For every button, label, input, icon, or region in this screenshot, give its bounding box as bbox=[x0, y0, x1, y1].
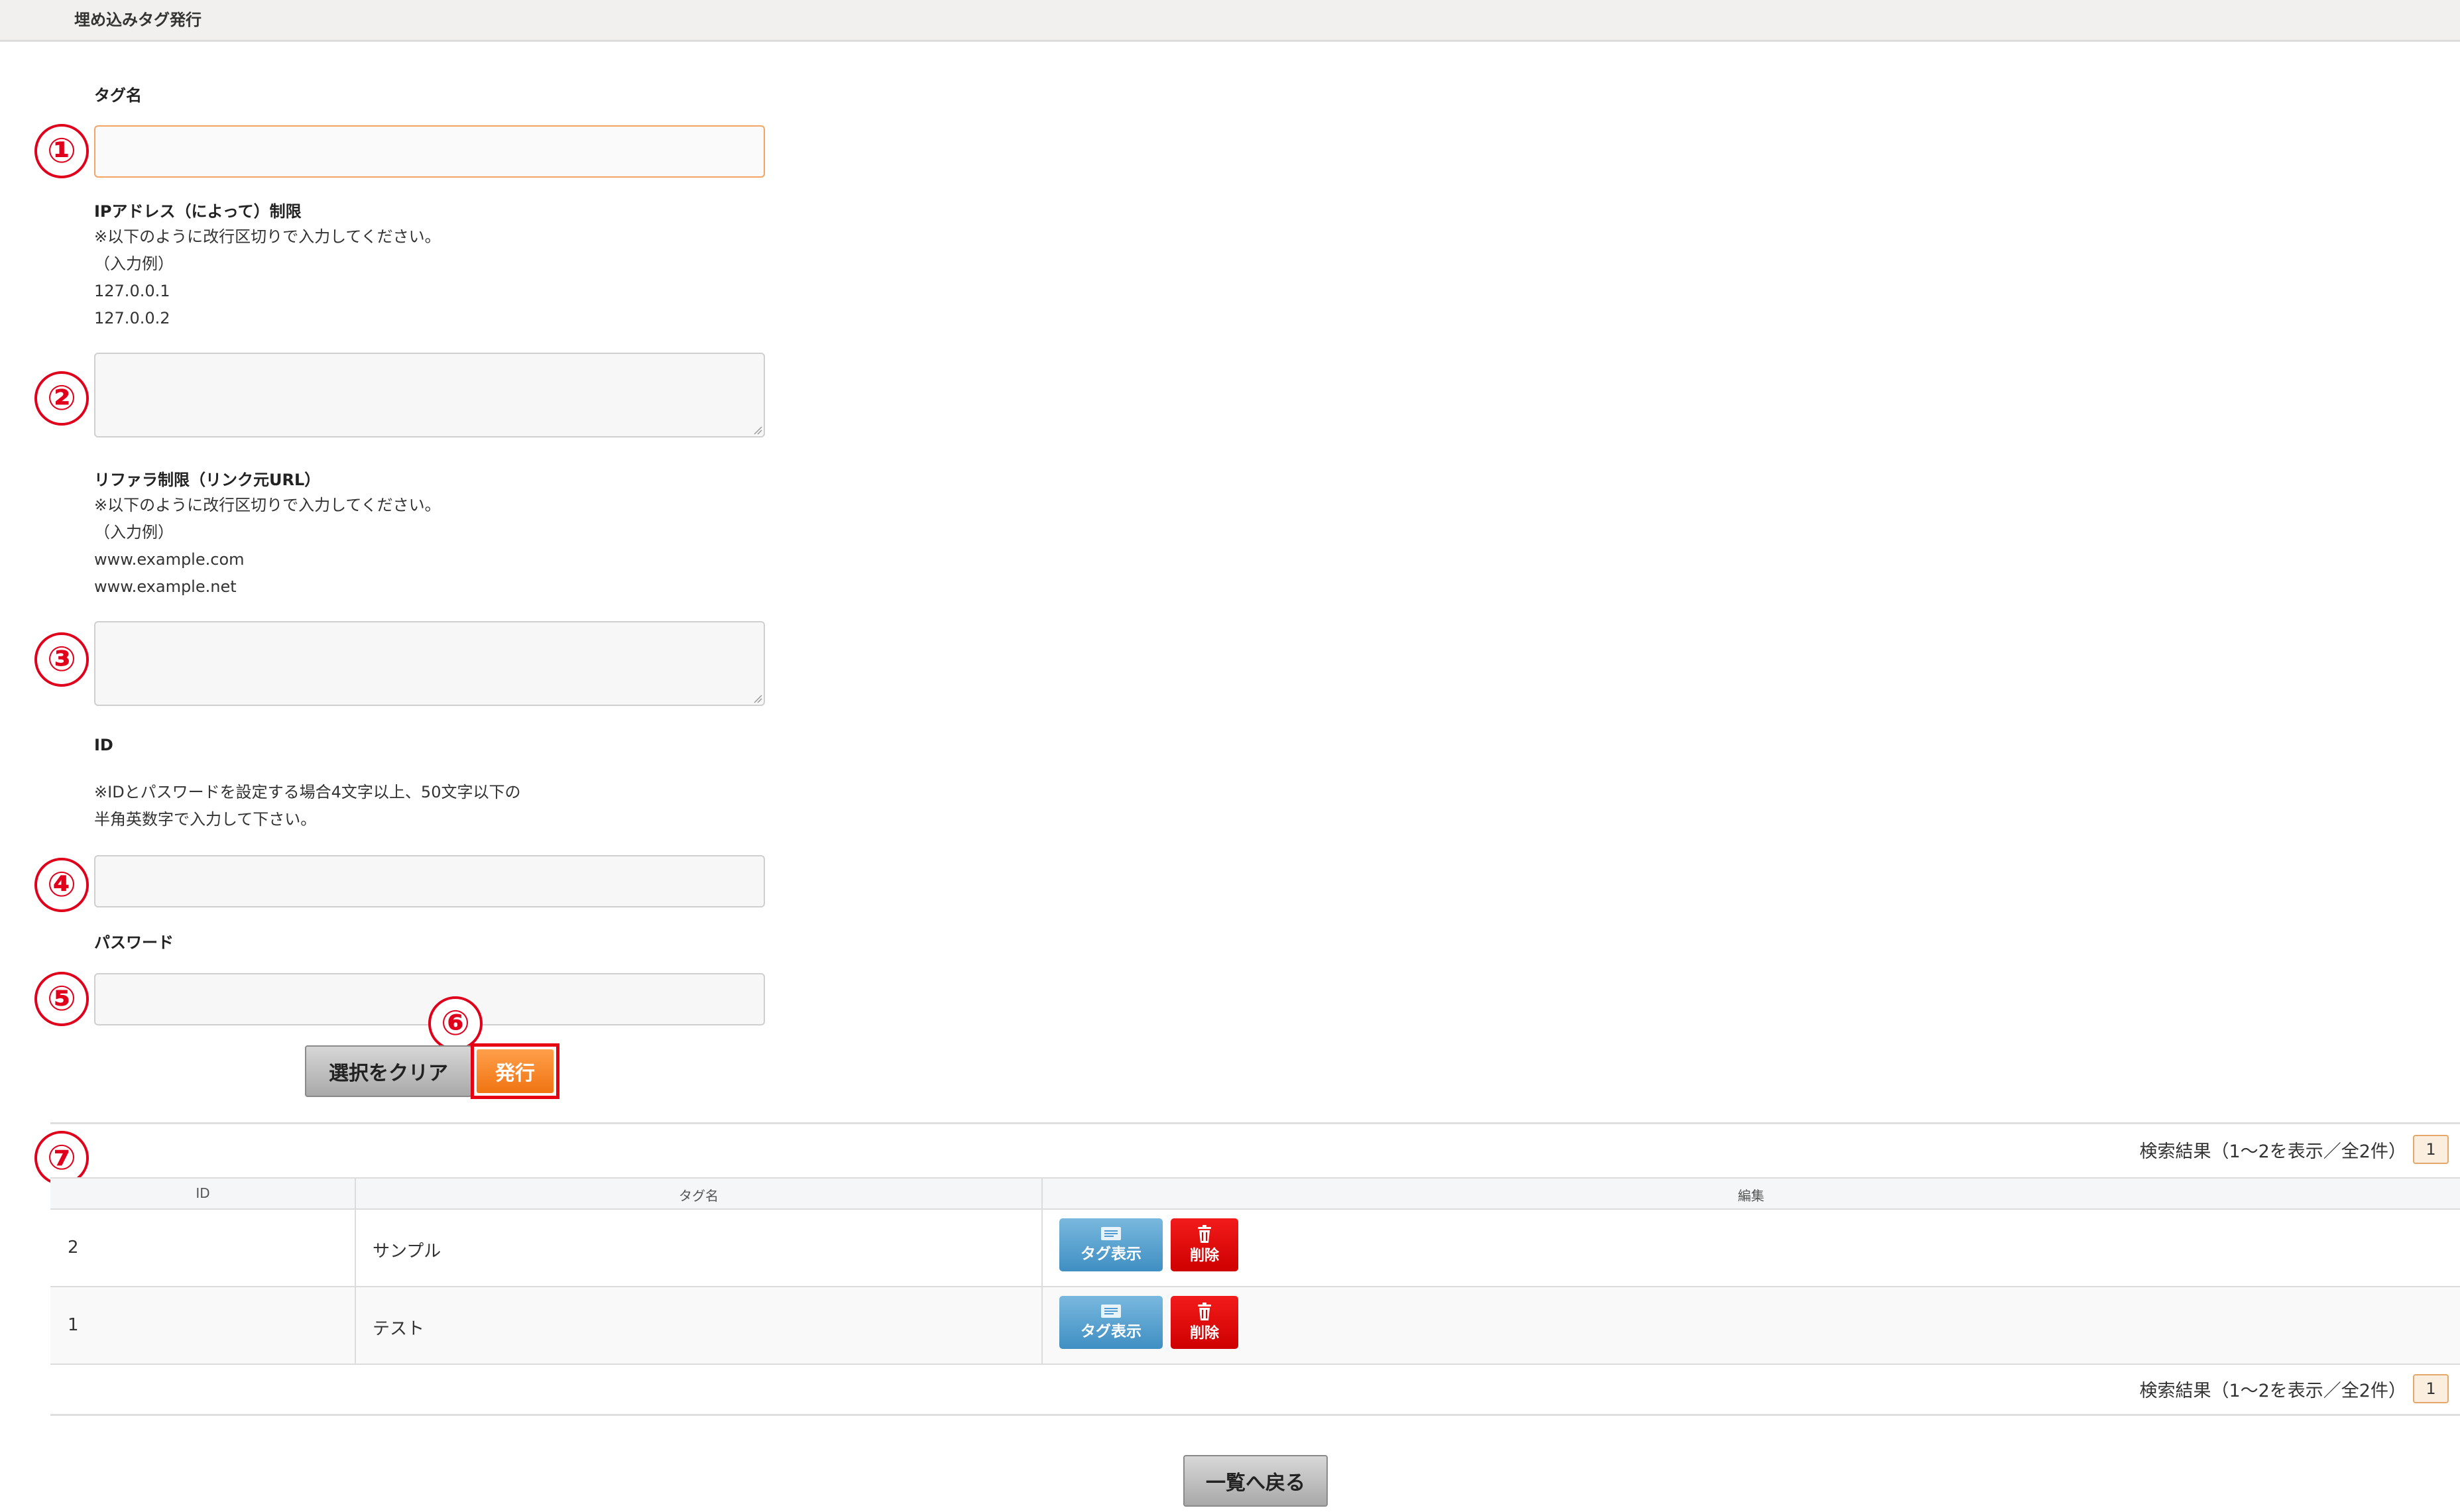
page-title: 埋め込みタグ発行 bbox=[74, 11, 202, 29]
clear-selection-button[interactable]: 選択をクリア bbox=[305, 1045, 472, 1097]
results-table: ID タグ名 編集 2 サンプル タグ表示 削除 1 テスト タグ表示 削除 bbox=[50, 1177, 2460, 1365]
results-summary-top: 検索結果（1〜2を表示／全2件） bbox=[2139, 1141, 2406, 1162]
row-id: 2 bbox=[68, 1238, 79, 1257]
ip-textarea-wrap bbox=[94, 353, 765, 437]
ip-example-1: 127.0.0.1 bbox=[94, 282, 170, 300]
delete-button[interactable]: 削除 bbox=[1171, 1296, 1238, 1349]
show-tag-label: タグ表示 bbox=[1081, 1246, 1142, 1263]
column-divider bbox=[1041, 1179, 1043, 1364]
tag-display-icon bbox=[1101, 1227, 1121, 1240]
pagination-page-top[interactable]: 1 bbox=[2413, 1135, 2449, 1164]
show-tag-label: タグ表示 bbox=[1081, 1323, 1142, 1340]
tag-name-input[interactable] bbox=[94, 125, 765, 178]
column-header-edit: 編集 bbox=[1737, 1188, 1765, 1204]
row-tag-name: テスト bbox=[373, 1319, 425, 1339]
referrer-restriction-label: リファラ制限（リンク元URL） bbox=[94, 471, 321, 489]
marker-5: ⑤ bbox=[34, 972, 89, 1026]
delete-button[interactable]: 削除 bbox=[1171, 1218, 1238, 1271]
id-note-2: 半角英数字で入力して下さい。 bbox=[94, 810, 317, 829]
ip-note: ※以下のように改行区切りで入力してください。 bbox=[94, 227, 441, 246]
table-row: 2 サンプル タグ表示 削除 bbox=[50, 1210, 2460, 1287]
results-summary-bottom: 検索結果（1〜2を表示／全2件） bbox=[2139, 1381, 2406, 1401]
trash-icon bbox=[1198, 1303, 1211, 1320]
id-label: ID bbox=[94, 736, 113, 754]
table-row: 1 テスト タグ表示 削除 bbox=[50, 1287, 2460, 1365]
show-tag-button[interactable]: タグ表示 bbox=[1059, 1296, 1163, 1349]
ip-example-2: 127.0.0.2 bbox=[94, 309, 170, 327]
ip-example-label: （入力例） bbox=[94, 255, 174, 273]
delete-label: 削除 bbox=[1189, 1248, 1219, 1264]
column-header-id: ID bbox=[196, 1185, 210, 1201]
referrer-example-label: （入力例） bbox=[94, 523, 174, 542]
marker-3: ③ bbox=[34, 632, 89, 687]
referrer-restriction-textarea[interactable] bbox=[94, 621, 765, 706]
referrer-note: ※以下のように改行区切りで入力してください。 bbox=[94, 496, 441, 514]
referrer-textarea-wrap bbox=[94, 621, 765, 706]
marker-2: ② bbox=[34, 371, 89, 426]
pagination-page-bottom[interactable]: 1 bbox=[2413, 1374, 2449, 1403]
tag-name-label: タグ名 bbox=[94, 86, 142, 105]
marker-1: ① bbox=[34, 124, 89, 178]
row-id: 1 bbox=[68, 1315, 79, 1335]
ip-restriction-textarea[interactable] bbox=[94, 353, 765, 437]
password-label: パスワード bbox=[94, 933, 174, 952]
referrer-example-2: www.example.net bbox=[94, 577, 237, 596]
results-divider-top bbox=[50, 1122, 2460, 1124]
row-tag-name: サンプル bbox=[373, 1242, 441, 1261]
show-tag-button[interactable]: タグ表示 bbox=[1059, 1218, 1163, 1271]
column-divider bbox=[355, 1179, 356, 1364]
marker-4: ④ bbox=[34, 858, 89, 912]
id-input[interactable] bbox=[94, 855, 765, 907]
back-to-list-button[interactable]: 一覧へ戻る bbox=[1183, 1455, 1328, 1507]
trash-icon bbox=[1198, 1225, 1211, 1243]
page-header bbox=[0, 0, 2460, 42]
referrer-example-1: www.example.com bbox=[94, 550, 245, 569]
issue-button[interactable]: 発行 bbox=[477, 1049, 554, 1093]
id-note-1: ※IDとパスワードを設定する場合4文字以上、50文字以下の bbox=[94, 783, 521, 801]
column-header-tag-name: タグ名 bbox=[679, 1188, 719, 1204]
results-divider-bottom bbox=[50, 1414, 2460, 1416]
tag-display-icon bbox=[1101, 1305, 1121, 1318]
delete-label: 削除 bbox=[1189, 1325, 1219, 1342]
ip-restriction-label: IPアドレス（によって）制限 bbox=[94, 202, 302, 221]
marker-6: ⑥ bbox=[428, 996, 483, 1051]
